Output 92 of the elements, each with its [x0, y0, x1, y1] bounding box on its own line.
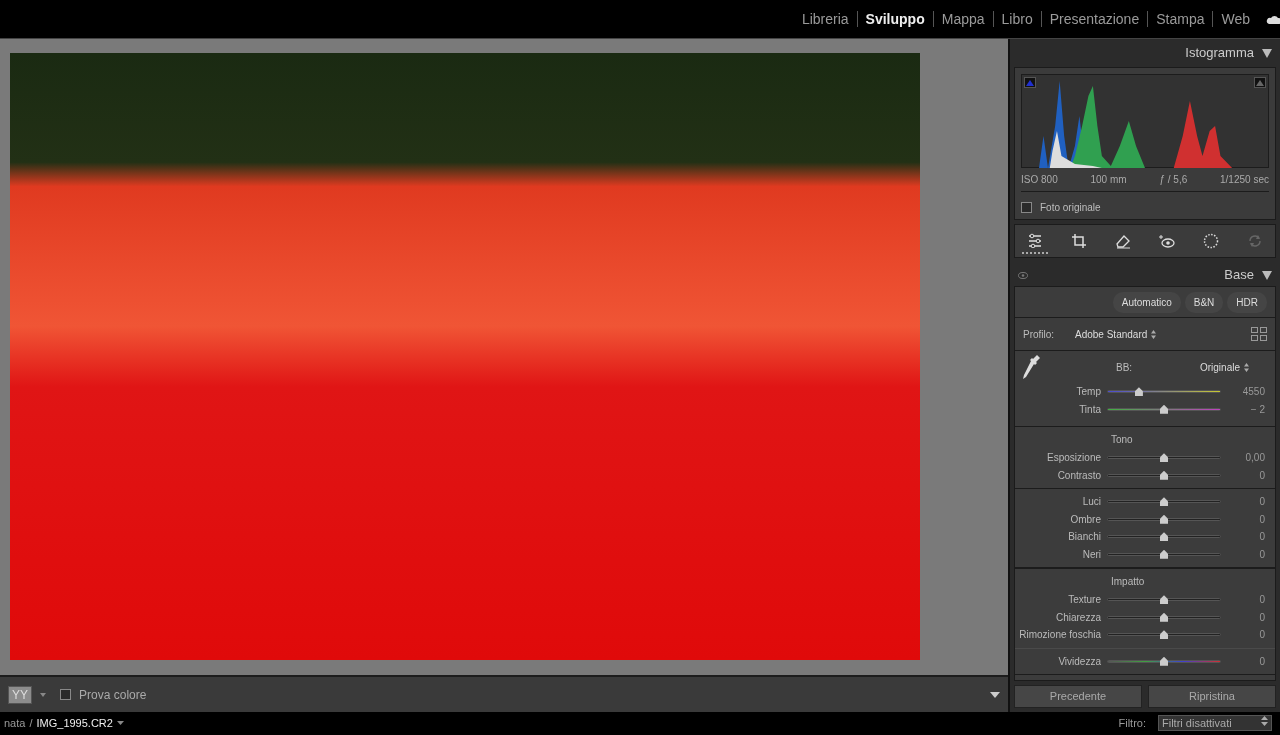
footer-button[interactable]: Precedente [1014, 685, 1142, 708]
collapse-triangle-icon[interactable] [1262, 48, 1272, 58]
slider-value: 0 [1258, 593, 1266, 608]
slider-value: − 2 [1249, 402, 1266, 417]
caret-icon[interactable] [40, 692, 47, 697]
folder-path: nata [4, 715, 26, 731]
collapse-triangle-icon[interactable] [1262, 270, 1272, 280]
slider-thumb[interactable] [1160, 514, 1168, 524]
caret-icon[interactable] [990, 691, 1000, 698]
slider-thumb[interactable] [1160, 404, 1168, 414]
slider-label: Vividezza [1057, 654, 1102, 669]
module-tab[interactable]: Libro [992, 11, 1041, 27]
slider-thumb[interactable] [1160, 656, 1168, 666]
section-title: Tono [1110, 433, 1134, 447]
slider-thumb[interactable] [1160, 612, 1168, 622]
slider-thumb[interactable] [1160, 630, 1168, 640]
slider-value: 0 [1258, 530, 1266, 545]
checkbox-label: Foto originale [1040, 201, 1101, 215]
caret-icon[interactable] [116, 721, 124, 725]
eye-icon [1159, 233, 1175, 249]
exif-info: ƒ / 5,6 [1159, 173, 1188, 187]
module-tab[interactable]: Libreria [793, 11, 857, 27]
preset-button[interactable]: HDR [1227, 291, 1267, 313]
dotted-circle-icon [1203, 233, 1219, 249]
exif-info: ISO 800 [1021, 173, 1058, 187]
checkbox[interactable] [1021, 202, 1032, 213]
slider-value: 0 [1258, 512, 1266, 527]
section-title: Impatto [1110, 575, 1146, 589]
slider-label: Bianchi [1067, 530, 1102, 545]
module-tab[interactable]: Web [1212, 11, 1258, 27]
slider-thumb[interactable] [1160, 497, 1168, 507]
slider-value: 0 [1258, 468, 1266, 483]
filter-dropdown[interactable]: Filtri disattivati [1158, 715, 1272, 731]
slider-value: 0 [1258, 628, 1266, 643]
module-tab[interactable]: Mappa [932, 11, 993, 27]
slider-label: Ombre [1069, 512, 1102, 527]
slider-thumb[interactable] [1160, 595, 1168, 605]
slider-thumb[interactable] [1134, 387, 1143, 397]
up-down-arrows-icon [1244, 362, 1249, 372]
slider-value: 0,00 [1244, 451, 1266, 466]
slider-label: Luci [1081, 495, 1102, 510]
exif-info: 1/1250 sec [1220, 173, 1269, 187]
module-tab[interactable]: Stampa [1147, 11, 1213, 27]
field-label: BB: [1116, 360, 1133, 375]
slider-label: Temp [1075, 385, 1102, 400]
path-separator: / [29, 715, 33, 731]
panel-title: Base [1224, 266, 1254, 285]
slider-thumb[interactable] [1160, 470, 1168, 480]
slider-thumb[interactable] [1160, 549, 1168, 559]
cloud-icon[interactable] [1266, 14, 1280, 24]
slider-track[interactable] [1107, 390, 1221, 394]
checkbox[interactable] [60, 689, 72, 700]
circular-arrows-icon [1247, 233, 1263, 249]
profile-dropdown[interactable]: Adobe Standard [1075, 326, 1157, 342]
slider-label: Neri [1081, 547, 1102, 562]
slider-label: Esposizione [1046, 451, 1102, 466]
checkbox-label: Prova colore [79, 686, 147, 704]
slider-value: 0 [1258, 495, 1266, 510]
slider-label: Rimozione foschia [1018, 628, 1102, 643]
up-down-arrows-icon [1261, 716, 1268, 726]
field-label: Profilo: [1023, 327, 1056, 342]
module-tab[interactable]: Presentazione [1040, 11, 1148, 27]
slider-label: Texture [1067, 593, 1102, 608]
slider-label: Tinta [1078, 402, 1102, 417]
preset-button[interactable]: B&N [1184, 291, 1224, 313]
shadow-clipping-icon[interactable] [1024, 77, 1036, 88]
slider-value: 0 [1258, 654, 1266, 669]
footer-button[interactable]: Ripristina [1148, 685, 1276, 708]
file-name: IMG_1995.CR2 [36, 715, 113, 731]
balance-dropdown[interactable]: Originale [1199, 359, 1249, 375]
slider-value: 4550 [1241, 385, 1266, 400]
eyedropper-icon[interactable] [1023, 355, 1041, 379]
slider-value: 0 [1258, 610, 1266, 625]
grid-icon[interactable] [1251, 327, 1267, 341]
exif-info: 100 mm [1090, 173, 1127, 187]
panel-title: Istogramma [1185, 44, 1254, 63]
eraser-icon [1115, 233, 1131, 249]
slider-track[interactable] [1107, 659, 1221, 663]
sliders-icon [1027, 232, 1043, 248]
slider-label: Contrasto [1056, 468, 1102, 483]
up-down-arrows-icon [1151, 329, 1157, 339]
slider-label: Chiarezza [1054, 610, 1102, 625]
module-tab[interactable]: Sviluppo [856, 11, 933, 27]
slider-thumb[interactable] [1160, 453, 1168, 463]
slider-track[interactable] [1107, 407, 1221, 411]
filter-label: Filtro: [1118, 715, 1146, 731]
slider-value: 0 [1258, 547, 1266, 562]
preset-button[interactable]: Automatico [1112, 291, 1181, 313]
eye-icon[interactable] [1018, 271, 1028, 279]
slider-thumb[interactable] [1160, 532, 1168, 542]
highlight-clipping-icon[interactable] [1254, 77, 1266, 88]
crop-icon [1071, 233, 1087, 249]
